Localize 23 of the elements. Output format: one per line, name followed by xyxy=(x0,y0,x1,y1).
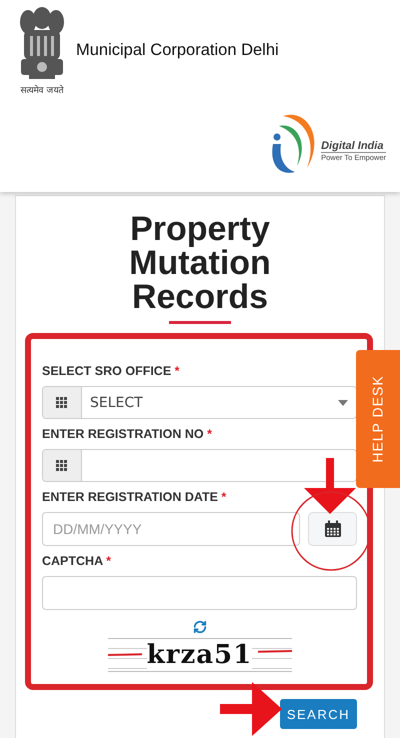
arrow-annotation xyxy=(220,682,282,736)
grid-icon xyxy=(56,396,68,408)
grid-icon xyxy=(56,460,68,472)
calendar-icon xyxy=(324,520,342,538)
calendar-button[interactable] xyxy=(308,512,357,546)
field-label: ENTER REGISTRATION DATE * xyxy=(42,490,228,506)
date-field[interactable]: DD/MM/YYYY xyxy=(42,512,300,546)
help-desk-tab[interactable]: HELP DESK xyxy=(356,350,400,488)
site-title: Municipal Corporation Delhi xyxy=(76,41,279,60)
page-title: Property Mutation Records xyxy=(128,212,272,314)
sro-office-select[interactable]: SELECT xyxy=(42,386,357,419)
emblem-motto: सत्यमेव जयते xyxy=(20,84,64,96)
captcha-field[interactable] xyxy=(42,576,357,610)
arrow-annotation xyxy=(304,458,356,514)
search-button[interactable]: SEARCH xyxy=(280,699,357,729)
field-label: CAPTCHA * xyxy=(42,554,112,570)
caret-icon xyxy=(338,400,348,406)
captcha-image: krza51 xyxy=(108,638,292,672)
logo-title: Digital India xyxy=(321,140,384,152)
field-label: SELECT SRO OFFICE * xyxy=(42,364,181,380)
registration-number-field[interactable] xyxy=(42,449,357,482)
field-label: ENTER REGISTRATION NO * xyxy=(42,427,213,443)
refresh-icon[interactable] xyxy=(192,620,206,634)
